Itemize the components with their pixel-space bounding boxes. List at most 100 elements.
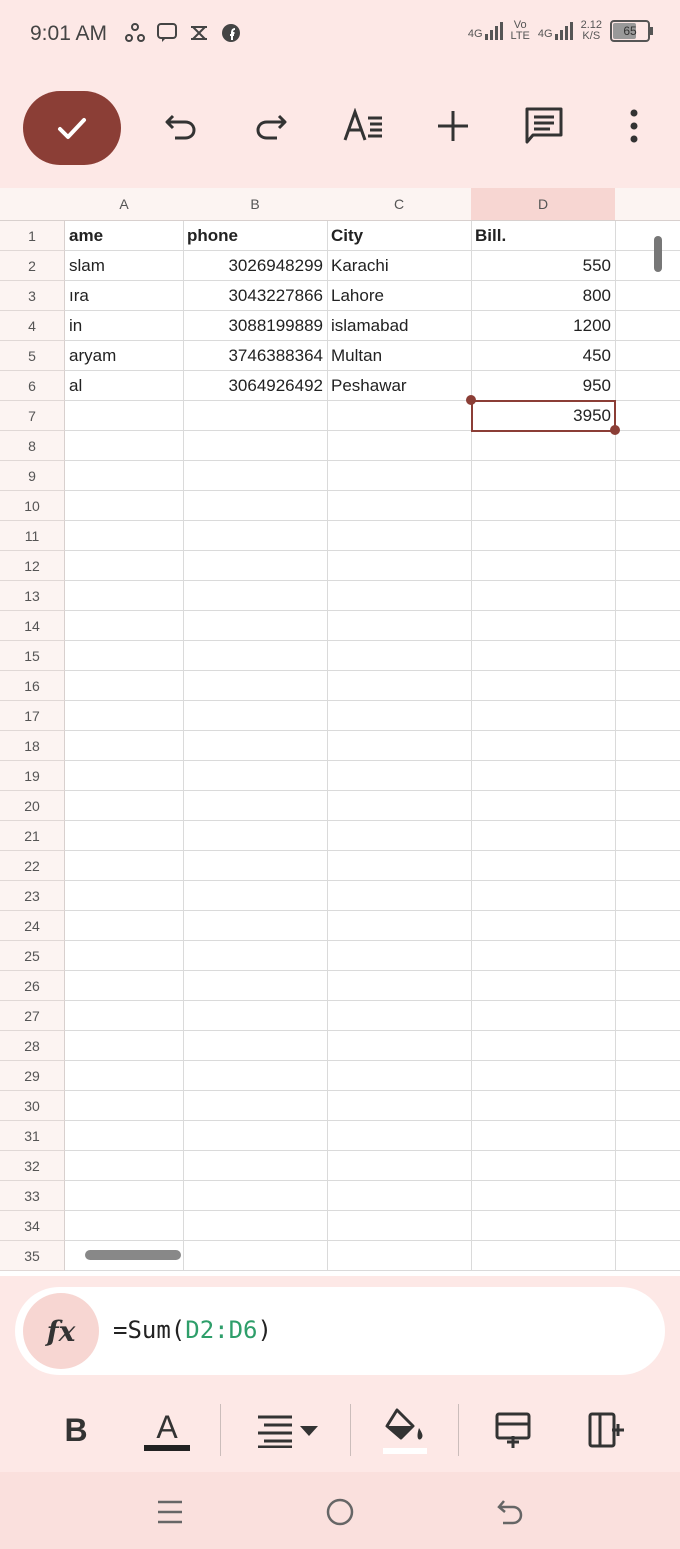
row-header-32[interactable]: 32 <box>0 1151 65 1181</box>
cell-c32[interactable] <box>327 1151 472 1181</box>
cell-d16[interactable] <box>471 671 616 701</box>
cell-e33[interactable] <box>615 1181 680 1211</box>
cell-a11[interactable] <box>65 521 184 551</box>
cell-d17[interactable] <box>471 701 616 731</box>
cell-d13[interactable] <box>471 581 616 611</box>
cell-d18[interactable] <box>471 731 616 761</box>
cell-a22[interactable] <box>65 851 184 881</box>
cell-c24[interactable] <box>327 911 472 941</box>
cell-d25[interactable] <box>471 941 616 971</box>
cell-d8[interactable] <box>471 431 616 461</box>
vertical-scrollbar[interactable] <box>654 236 662 272</box>
undo-button[interactable] <box>159 104 203 148</box>
row-header-34[interactable]: 34 <box>0 1211 65 1241</box>
cell-d28[interactable] <box>471 1031 616 1061</box>
cell-e22[interactable] <box>615 851 680 881</box>
column-header-c[interactable]: C <box>327 188 472 221</box>
row-header-15[interactable]: 15 <box>0 641 65 671</box>
formula-input[interactable]: =Sum(D2:D6) <box>113 1316 272 1344</box>
cell-e31[interactable] <box>615 1121 680 1151</box>
cell-e7[interactable] <box>615 401 680 431</box>
row-header-33[interactable]: 33 <box>0 1181 65 1211</box>
cell-b9[interactable] <box>183 461 328 491</box>
cell-d9[interactable] <box>471 461 616 491</box>
cell-c27[interactable] <box>327 1001 472 1031</box>
column-header-a[interactable]: A <box>65 188 184 221</box>
cell-d32[interactable] <box>471 1151 616 1181</box>
cell-c23[interactable] <box>327 881 472 911</box>
cell-e30[interactable] <box>615 1091 680 1121</box>
cell-d15[interactable] <box>471 641 616 671</box>
cell-e20[interactable] <box>615 791 680 821</box>
cell-c35[interactable] <box>327 1241 472 1271</box>
back-button[interactable] <box>490 1492 530 1532</box>
cell-c18[interactable] <box>327 731 472 761</box>
cell-a20[interactable] <box>65 791 184 821</box>
row-header-20[interactable]: 20 <box>0 791 65 821</box>
cell-b33[interactable] <box>183 1181 328 1211</box>
cell-e15[interactable] <box>615 641 680 671</box>
cell-e14[interactable] <box>615 611 680 641</box>
row-header-2[interactable]: 2 <box>0 251 65 281</box>
cell-e4[interactable] <box>615 311 680 341</box>
cell-b7[interactable] <box>183 401 328 431</box>
text-format-button[interactable] <box>341 104 385 148</box>
cell-b11[interactable] <box>183 521 328 551</box>
cell-e17[interactable] <box>615 701 680 731</box>
cell-e28[interactable] <box>615 1031 680 1061</box>
cell-a13[interactable] <box>65 581 184 611</box>
cell-a16[interactable] <box>65 671 184 701</box>
cell-d21[interactable] <box>471 821 616 851</box>
cell-a26[interactable] <box>65 971 184 1001</box>
row-header-13[interactable]: 13 <box>0 581 65 611</box>
row-header-11[interactable]: 11 <box>0 521 65 551</box>
spreadsheet-grid[interactable]: A B C D 1 ame phone City Bill. 2 slam 302694829… <box>0 188 680 1276</box>
row-header-3[interactable]: 3 <box>0 281 65 311</box>
cell-d31[interactable] <box>471 1121 616 1151</box>
cell-e1[interactable] <box>615 221 680 251</box>
row-header-22[interactable]: 22 <box>0 851 65 881</box>
corner-header[interactable] <box>0 188 66 221</box>
cell-c21[interactable] <box>327 821 472 851</box>
cell-a24[interactable] <box>65 911 184 941</box>
cell-a31[interactable] <box>65 1121 184 1151</box>
cell-e5[interactable] <box>615 341 680 371</box>
cell-d14[interactable] <box>471 611 616 641</box>
cell-a33[interactable] <box>65 1181 184 1211</box>
cell-b23[interactable] <box>183 881 328 911</box>
cell-c9[interactable] <box>327 461 472 491</box>
cell-b21[interactable] <box>183 821 328 851</box>
cell-e21[interactable] <box>615 821 680 851</box>
selection-handle-start[interactable] <box>466 395 476 405</box>
cell-a27[interactable] <box>65 1001 184 1031</box>
cell-c22[interactable] <box>327 851 472 881</box>
cell-a5[interactable]: aryam <box>65 341 184 371</box>
row-header-4[interactable]: 4 <box>0 311 65 341</box>
cell-d22[interactable] <box>471 851 616 881</box>
cell-d20[interactable] <box>471 791 616 821</box>
row-header-28[interactable]: 28 <box>0 1031 65 1061</box>
cell-d23[interactable] <box>471 881 616 911</box>
cell-d12[interactable] <box>471 551 616 581</box>
cell-c30[interactable] <box>327 1091 472 1121</box>
row-header-1[interactable]: 1 <box>0 221 65 251</box>
cell-d6[interactable]: 950 <box>471 371 616 401</box>
insert-row-button[interactable] <box>490 1402 536 1458</box>
cell-c4[interactable]: islamabad <box>327 311 472 341</box>
cell-e18[interactable] <box>615 731 680 761</box>
recents-button[interactable] <box>150 1492 190 1532</box>
cell-a3[interactable]: ıra <box>65 281 184 311</box>
cell-a2[interactable]: slam <box>65 251 184 281</box>
cell-e26[interactable] <box>615 971 680 1001</box>
cell-e11[interactable] <box>615 521 680 551</box>
row-header-27[interactable]: 27 <box>0 1001 65 1031</box>
cell-a7[interactable] <box>65 401 184 431</box>
row-header-25[interactable]: 25 <box>0 941 65 971</box>
cell-a6[interactable]: al <box>65 371 184 401</box>
cell-a1[interactable]: ame <box>65 221 184 251</box>
cell-a8[interactable] <box>65 431 184 461</box>
cell-b19[interactable] <box>183 761 328 791</box>
cell-c15[interactable] <box>327 641 472 671</box>
cell-e23[interactable] <box>615 881 680 911</box>
cell-a23[interactable] <box>65 881 184 911</box>
